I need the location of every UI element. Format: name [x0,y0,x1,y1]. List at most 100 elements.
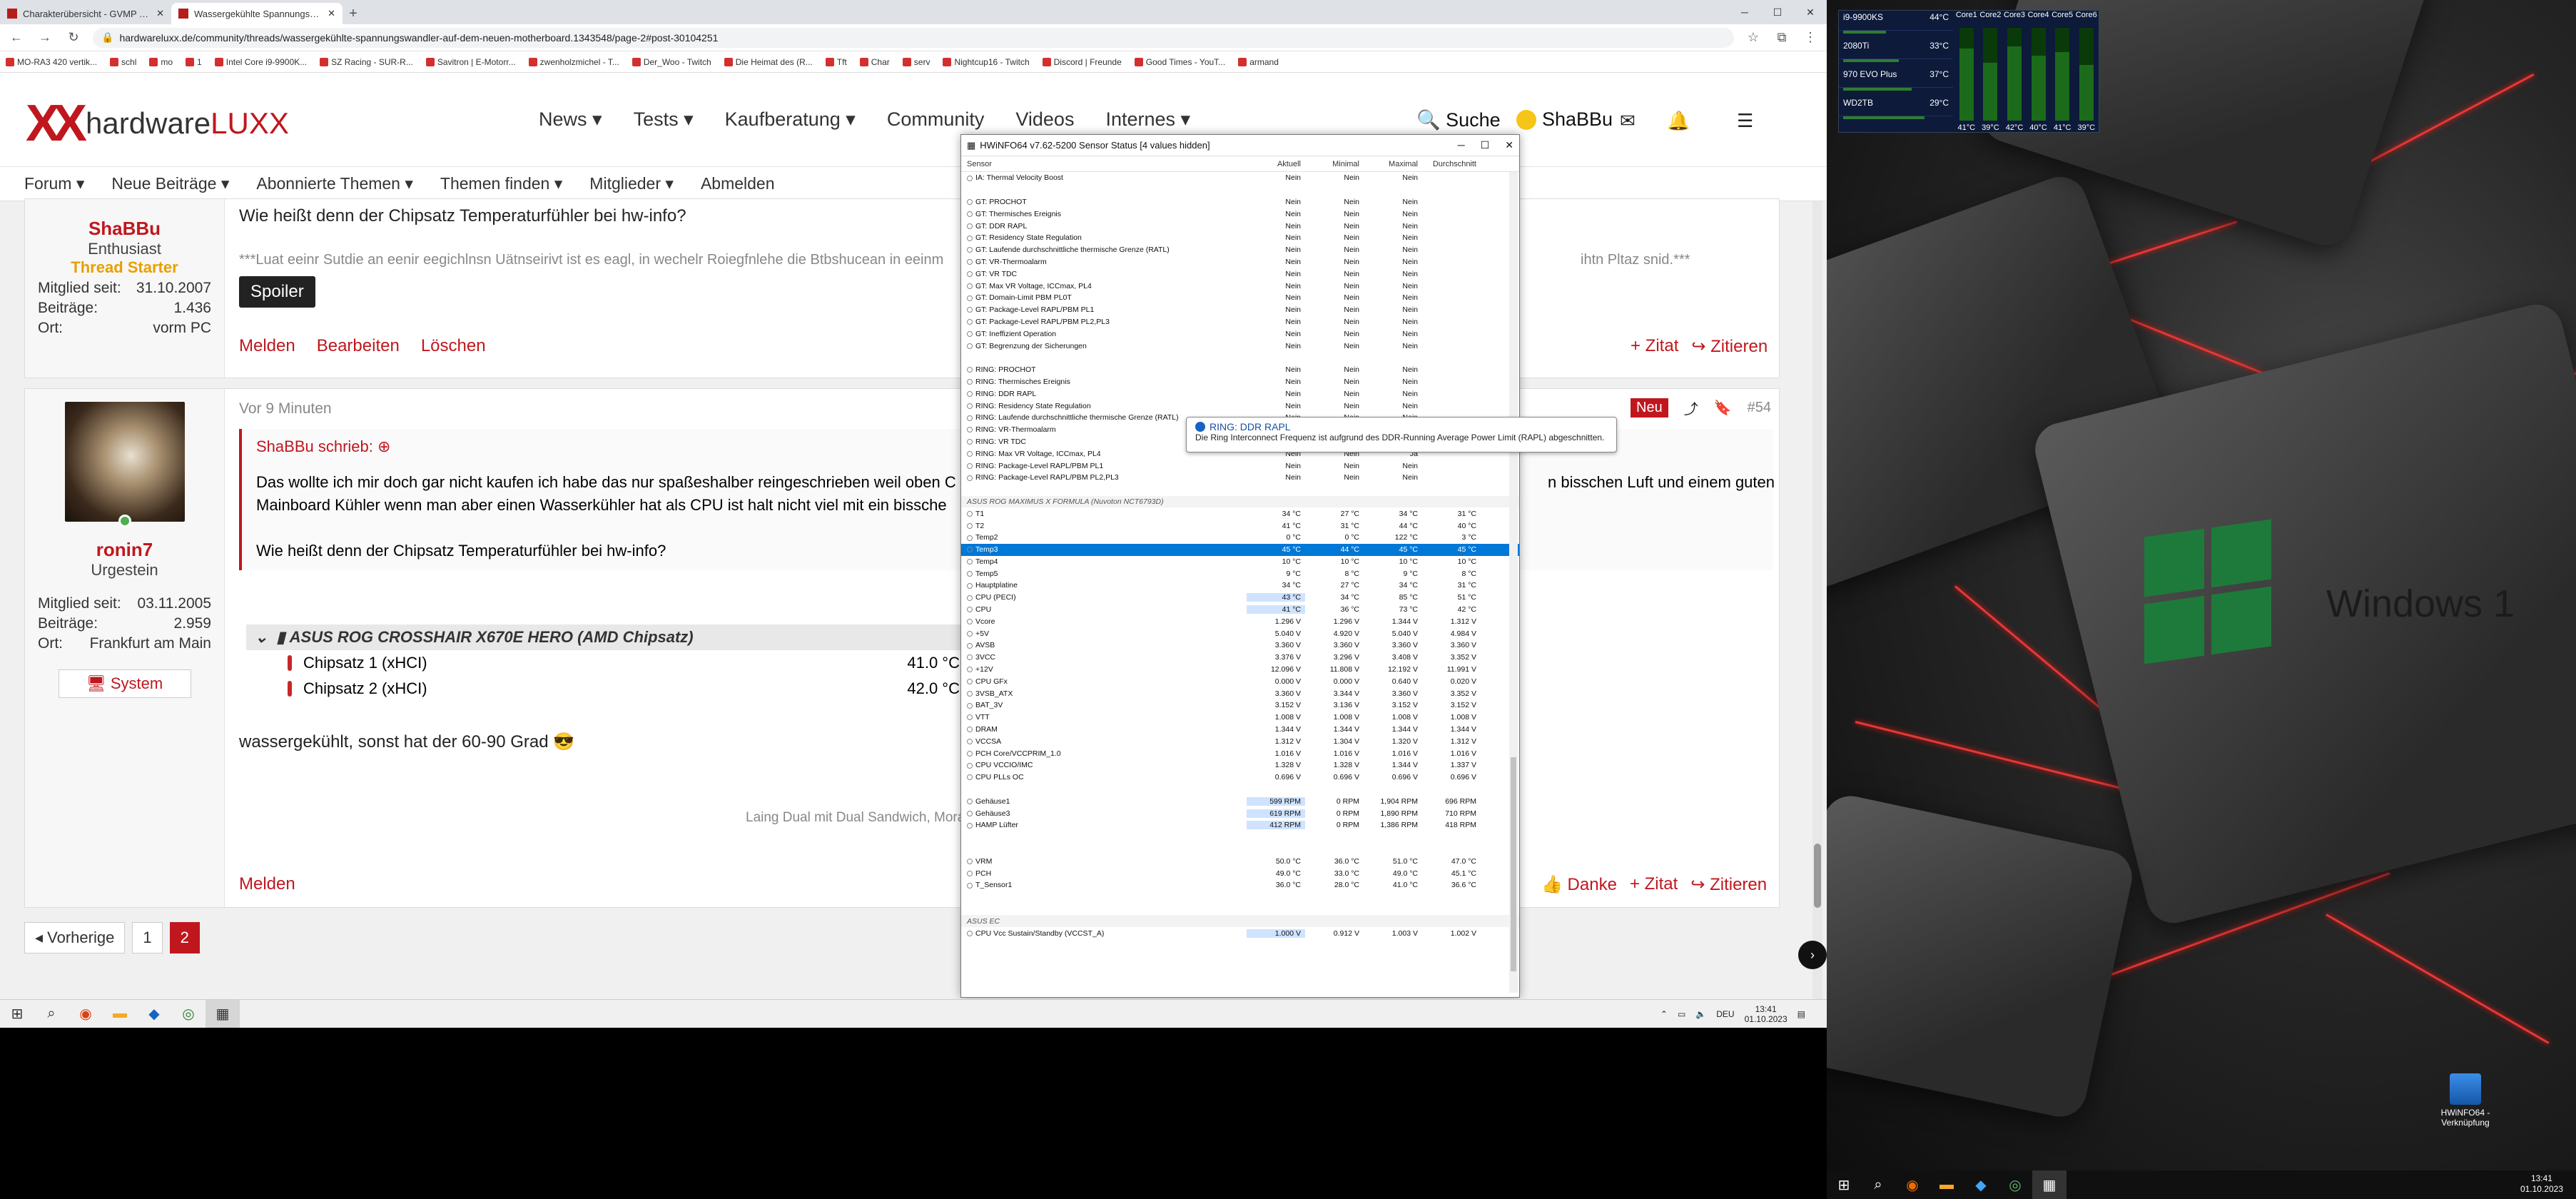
sensor-row[interactable]: VCCSA 1.312 V 1.304 V 1.320 V 1.312 V [961,735,1519,747]
nav-news[interactable]: News ▾ [539,108,602,131]
sensor-row[interactable]: GT: VR-Thermoalarm Nein Nein Nein [961,256,1519,268]
sensor-row[interactable]: RING: Package-Level RAPL/PBM PL2,PL3 Nein… [961,472,1519,484]
zitat-link[interactable]: + Zitat [1630,874,1678,895]
sensor-row[interactable]: GT: Laufende durchschnittliche thermisch… [961,244,1519,256]
hwinfo-task-icon[interactable]: ▦ [206,999,240,1028]
desktop-shortcut-hwinfo[interactable]: HWiNFO64 - Verknüpfung [2426,1073,2505,1128]
sensor-row[interactable]: T_Sensor1 36.0 °C 28.0 °C 41.0 °C 36.6 °C [961,879,1519,891]
sensor-row[interactable]: CPU Vcc Sustain/Standby (VCCST_A) 1.000 V… [961,927,1519,939]
chrome-icon[interactable]: ◎ [171,1000,206,1028]
mail-icon[interactable]: ✉ [1620,110,1636,132]
hwinfo-titlebar[interactable]: ▦ HWiNFO64 v7.62-5200 Sensor Status [4 v… [961,135,1519,156]
sensor-row[interactable]: GT: Domain-Limit PBM PL0T Nein Nein Nein [961,292,1519,304]
sensor-row[interactable] [961,484,1519,496]
chevron-down-icon[interactable]: ⌄ [255,628,268,647]
hamburger-icon[interactable]: ☰ [1737,110,1753,132]
search-button[interactable]: 🔍 Suche [1416,108,1501,131]
zitieren-link[interactable]: ↪ Zitieren [1691,336,1768,357]
clock[interactable]: 13:41 01.10.2023 [2520,1173,2563,1195]
sensor-row[interactable]: ASUS EC [961,915,1519,928]
sensor-row[interactable]: Vcore 1.296 V 1.296 V 1.344 V 1.312 V [961,615,1519,627]
col-durchschnitt[interactable]: Durchschnitt [1422,160,1481,168]
user-menu[interactable]: ShaBBu [1516,108,1613,131]
sensor-row[interactable]: CPU (PECI) 43 °C 34 °C 85 °C 51 °C [961,592,1519,604]
sensor-row[interactable]: Temp5 9 °C 8 °C 9 °C 8 °C [961,567,1519,580]
danke-link[interactable]: 👍 Danke [1541,874,1617,895]
melden-link[interactable]: Melden [239,336,295,356]
bookmark-item[interactable]: Discord | Freunde [1042,57,1122,67]
sensor-row[interactable]: IA: Thermal Velocity Boost Nein Nein Nein [961,172,1519,184]
sensor-row[interactable]: GT: Begrenzung der Sicherungen Nein Nein Ne… [961,340,1519,352]
subnav-forum[interactable]: Forum ▾ [24,174,84,193]
nav-tests[interactable]: Tests ▾ [634,108,694,131]
zitat-link[interactable]: + Zitat [1631,336,1678,357]
quote-author[interactable]: ShaBBu schrieb: ⊕ [256,437,390,456]
subnav-abonnierte[interactable]: Abonnierte Themen ▾ [256,174,413,193]
sensor-row[interactable]: Temp3 45 °C 44 °C 45 °C 45 °C [961,543,1519,556]
username[interactable]: ronin7 [25,539,224,561]
app-icon[interactable]: ◆ [137,1000,171,1028]
folder-icon[interactable]: ▬ [1930,1170,1964,1199]
reload-button[interactable]: ↻ [64,30,83,45]
extensions-icon[interactable]: ⧉ [1773,30,1791,45]
start-icon[interactable]: ⊞ [1827,1170,1861,1199]
melden-link[interactable]: Melden [239,874,295,894]
bookmark-item[interactable]: serv [902,57,930,67]
sensor-row[interactable]: VTT 1.008 V 1.008 V 1.008 V 1.008 V [961,712,1519,724]
back-button[interactable]: ← [7,30,26,45]
notification-icon[interactable]: ▤ [1797,1009,1805,1019]
scrollbar-thumb[interactable] [1814,844,1821,908]
sensor-row[interactable]: RING: DDR RAPL Nein Nein Nein [961,388,1519,400]
page-scrollbar[interactable] [1812,201,1822,1001]
col-aktuell[interactable]: Aktuell [1247,160,1305,168]
sensor-row[interactable]: GT: Package-Level RAPL/PBM PL2,PL3 Nein Ne… [961,316,1519,328]
bookmark-item[interactable]: MO-RA3 420 vertik... [6,57,97,67]
sensor-row[interactable]: GT: Residency State Regulation Nein Nein Ne… [961,232,1519,244]
app-icon[interactable]: ◆ [1964,1170,1998,1199]
sensor-row[interactable]: Gehäuse3 619 RPM 0 RPM 1,890 RPM 710 RPM [961,807,1519,819]
network-icon[interactable]: ▭ [1678,1009,1685,1019]
subnav-neue-beitraege[interactable]: Neue Beiträge ▾ [111,174,229,193]
sensor-row[interactable]: RING: Residency State Regulation Nein Nein… [961,400,1519,412]
sensor-row[interactable]: CPU VCCIO/IMC 1.328 V 1.328 V 1.344 V 1.337 … [961,759,1519,771]
sensor-row[interactable]: BAT_3V 3.152 V 3.136 V 3.152 V 3.152 V [961,699,1519,712]
browser-tab-2[interactable]: Wassergekühlte Spannungswa... ✕ [171,3,343,24]
sensor-row[interactable]: GT: Thermisches Ereignis Nein Nein Nein [961,208,1519,220]
close-window-button[interactable]: ✕ [1505,139,1513,151]
sensor-row[interactable]: CPU GFx 0.000 V 0.000 V 0.640 V 0.020 V [961,675,1519,687]
nav-internes[interactable]: Internes ▾ [1105,108,1190,131]
sensor-row[interactable] [961,184,1519,196]
close-icon[interactable]: ✕ [156,8,164,19]
maximize-button[interactable]: ☐ [1481,139,1490,151]
col-minimal[interactable]: Minimal [1305,160,1364,168]
sensor-row[interactable] [961,844,1519,856]
clock[interactable]: 13:41 01.10.2023 [1745,1004,1788,1024]
spoiler-button[interactable]: Spoiler [239,276,315,308]
sensor-row[interactable]: 3VSB_ATX 3.360 V 3.344 V 3.360 V 3.352 V [961,687,1519,699]
subnav-mitglieder[interactable]: Mitglieder ▾ [589,174,674,193]
sensor-row[interactable]: CPU 41 °C 36 °C 73 °C 42 °C [961,604,1519,616]
sensor-row[interactable] [961,784,1519,796]
sensor-row[interactable]: HAMP Lüfter 412 RPM 0 RPM 1,386 RPM 418 RPM [961,819,1519,831]
bookmark-item[interactable]: Savitron | E-Motorr... [425,57,516,67]
avatar[interactable] [64,402,185,527]
folder-icon[interactable]: ▬ [103,1000,137,1028]
sensor-row[interactable]: GT: VR TDC Nein Nein Nein [961,268,1519,280]
page-2-button[interactable]: 2 [169,922,200,953]
bookmark-item[interactable]: Nightcup16 - Twitch [943,57,1030,67]
sensor-row[interactable]: RING: Thermisches Ereignis Nein Nein Nein [961,376,1519,388]
search-icon[interactable]: ⌕ [34,1000,69,1028]
sensor-row[interactable]: RING: Package-Level RAPL/PBM PL1 Nein Nein… [961,460,1519,472]
sensor-row[interactable] [961,904,1519,916]
sensor-row[interactable]: ASUS ROG MAXIMUS X FORMULA (Nuvoton NCT6… [961,495,1519,508]
nav-videos[interactable]: Videos [1015,108,1074,131]
volume-icon[interactable]: 🔈 [1695,1009,1706,1019]
prev-page-button[interactable]: ◂ Vorherige [24,922,126,953]
sensor-row[interactable]: Temp4 10 °C 10 °C 10 °C 10 °C [961,556,1519,568]
sensor-row[interactable]: GT: DDR RAPL Nein Nein Nein [961,220,1519,232]
sensor-row[interactable]: T2 41 °C 31 °C 44 °C 40 °C [961,520,1519,532]
forward-button[interactable]: → [36,30,54,45]
sensor-row[interactable]: CPU PLLs OC 0.696 V 0.696 V 0.696 V 0.696 V [961,771,1519,784]
col-sensor[interactable]: Sensor [961,160,1247,168]
sensor-row[interactable]: +12V 12.096 V 11.808 V 12.192 V 11.991 V [961,664,1519,676]
